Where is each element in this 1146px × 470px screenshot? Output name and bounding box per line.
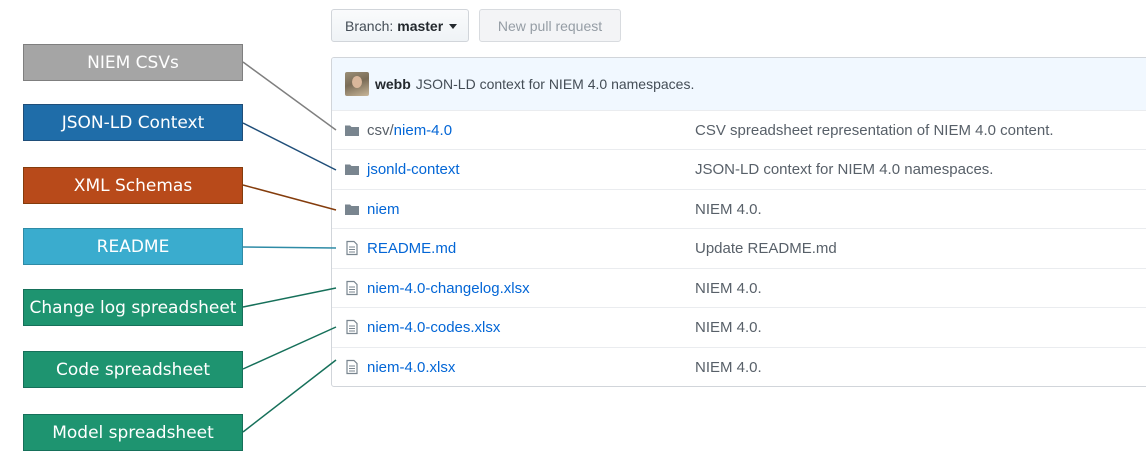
annotation-readme: README [23,228,243,265]
folder-icon [345,164,359,175]
file-row: niem-4.0-codes.xlsx NIEM 4.0. [332,307,1146,346]
file-row: README.md Update README.md [332,228,1146,267]
connector-xml-schemas [242,184,337,211]
file-link[interactable]: README.md [367,240,456,257]
branch-selector-button[interactable]: Branch: master [331,9,469,42]
folder-icon [345,204,359,215]
annotation-change-log-spreadsheet: Change log spreadsheet [23,289,243,326]
file-table: webb JSON-LD context for NIEM 4.0 namesp… [331,57,1146,387]
connector-change-log [242,287,337,308]
screenshot-page: Branch: master New pull request webb JSO… [0,0,1146,470]
file-link[interactable]: niem-4.0.xlsx [367,359,455,376]
file-commit-message[interactable]: Update README.md [695,240,837,257]
file-link[interactable]: niem [367,201,400,218]
file-commit-message[interactable]: NIEM 4.0. [695,359,762,376]
file-row: csv/niem-4.0 CSV spreadsheet representat… [332,110,1146,149]
commit-author[interactable]: webb [375,76,411,92]
file-text-icon [346,240,358,256]
latest-commit-bar: webb JSON-LD context for NIEM 4.0 namesp… [332,58,1146,111]
file-link[interactable]: niem-4.0-changelog.xlsx [367,280,530,297]
annotation-code-spreadsheet: Code spreadsheet [23,351,243,388]
file-row: jsonld-context JSON-LD context for NIEM … [332,149,1146,188]
file-row: niem-4.0-changelog.xlsx NIEM 4.0. [332,268,1146,307]
branch-label: Branch: [345,17,394,34]
file-commit-message[interactable]: JSON-LD context for NIEM 4.0 namespaces. [695,161,993,178]
file-commit-message[interactable]: NIEM 4.0. [695,319,762,336]
file-row: niem-4.0.xlsx NIEM 4.0. [332,347,1146,386]
file-commit-message[interactable]: NIEM 4.0. [695,201,762,218]
annotation-jsonld-context: JSON-LD Context [23,104,243,141]
connector-code [242,326,337,370]
connector-readme [242,246,337,249]
file-commit-message[interactable]: CSV spreadsheet representation of NIEM 4… [695,122,1054,139]
annotation-niem-csvs: NIEM CSVs [23,44,243,81]
caret-down-icon [449,24,458,29]
file-link[interactable]: csv/niem-4.0 [367,122,452,139]
file-link[interactable]: jsonld-context [367,161,460,178]
avatar[interactable] [345,72,369,96]
new-pull-request-button[interactable]: New pull request [479,9,621,42]
file-commit-message[interactable]: NIEM 4.0. [695,280,762,297]
connector-model [242,359,337,433]
connector-jsonld-context [242,122,337,171]
folder-icon [345,125,359,136]
connector-niem-csvs [242,61,337,131]
file-row: niem NIEM 4.0. [332,189,1146,228]
annotation-model-spreadsheet: Model spreadsheet [23,414,243,451]
file-link[interactable]: niem-4.0-codes.xlsx [367,319,500,336]
commit-message[interactable]: JSON-LD context for NIEM 4.0 namespaces. [416,76,695,92]
branch-name: master [397,17,444,34]
file-text-icon [346,359,358,375]
annotation-xml-schemas: XML Schemas [23,167,243,204]
file-text-icon [346,319,358,335]
file-text-icon [346,280,358,296]
